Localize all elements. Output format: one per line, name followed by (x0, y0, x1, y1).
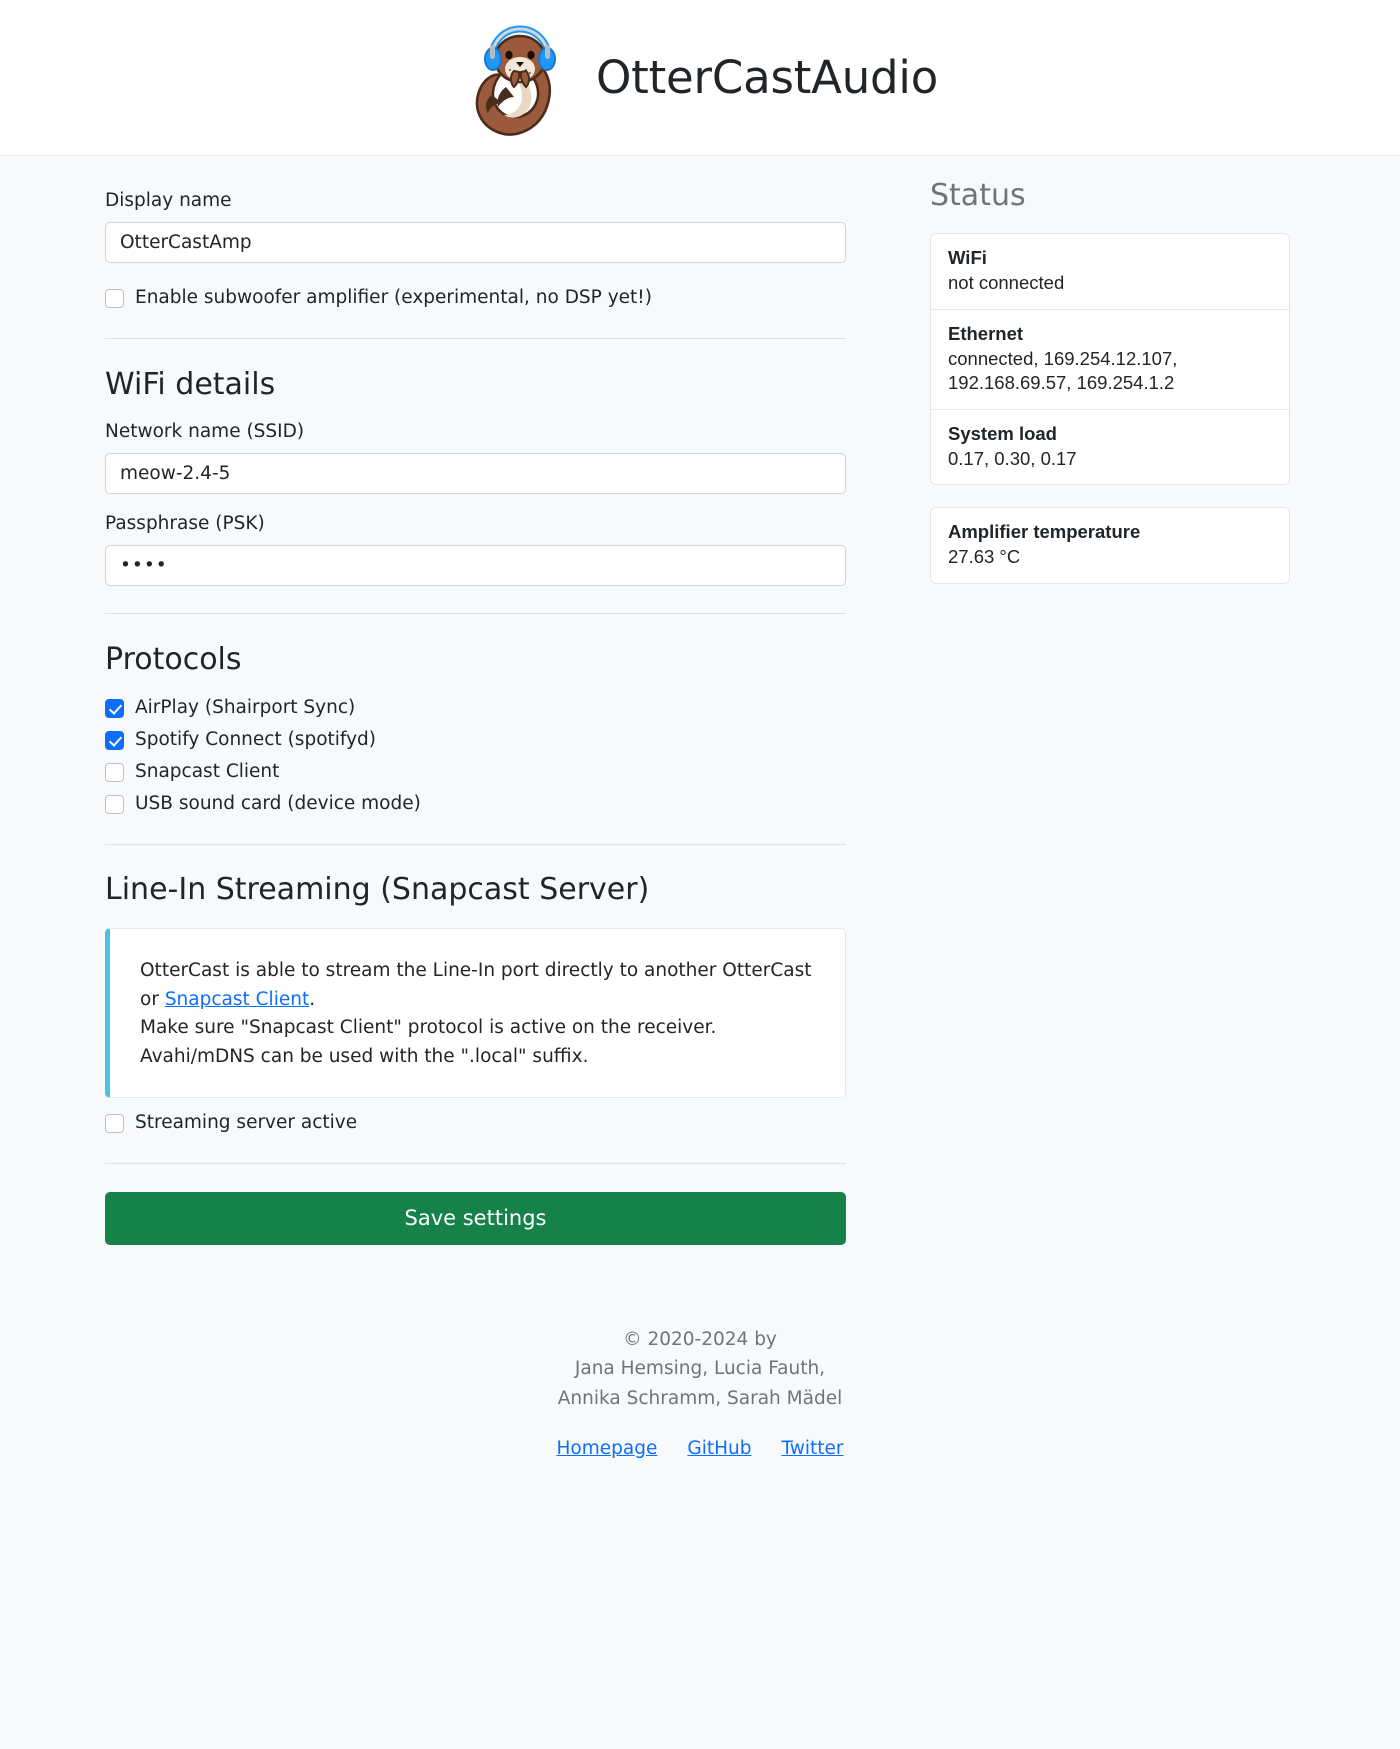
save-settings-button[interactable]: Save settings (105, 1192, 846, 1246)
app-header: OtterCastAudio (0, 0, 1400, 156)
linein-info-line3: Avahi/mDNS can be used with the ".local"… (140, 1045, 589, 1067)
otter-with-headphones-logo-icon (462, 15, 570, 140)
snapcast-client-link[interactable]: Snapcast Client (165, 989, 309, 1010)
subwoofer-checkbox[interactable] (105, 288, 124, 308)
status-panel: Status WiFi not connected Ethernet conne… (900, 156, 1295, 606)
linein-info-line2: Make sure "Snapcast Client" protocol is … (140, 1017, 717, 1039)
streaming-server-label: Streaming server active (135, 1111, 358, 1133)
linein-section-title: Line-In Streaming (Snapcast Server) (105, 872, 650, 908)
display-name-input[interactable] (105, 222, 846, 264)
wifi-section-title: WiFi details (105, 367, 276, 403)
psk-label: Passphrase (PSK) (105, 513, 265, 535)
protocol-row-airplay[interactable]: AirPlay (Shairport Sync) (105, 695, 900, 721)
status-item-wifi: WiFi not connected (931, 234, 1289, 310)
status-item-amplifier-temperature: Amplifier temperature 27.63 °C (931, 508, 1289, 583)
divider-2 (105, 613, 846, 615)
status-label-ethernet: Ethernet (948, 322, 1024, 344)
settings-form: Display name Enable subwoofer amplifier … (105, 156, 900, 1246)
ssid-input[interactable] (105, 453, 846, 495)
streaming-server-checkbox[interactable] (105, 1113, 124, 1133)
status-value-ethernet: connected, 169.254.12.107, 192.168.69.57… (948, 347, 1178, 394)
protocol-label-spotify: Spotify Connect (spotifyd) (135, 728, 376, 750)
divider-3 (105, 844, 846, 846)
status-item-system-load: System load 0.17, 0.30, 0.17 (931, 410, 1289, 485)
status-value-wifi: not connected (948, 271, 1065, 293)
psk-input[interactable] (105, 545, 846, 587)
protocol-row-usb-sound-card[interactable]: USB sound card (device mode) (105, 791, 900, 817)
protocol-row-snapcast-client[interactable]: Snapcast Client (105, 759, 900, 785)
status-label-system-load: System load (948, 422, 1057, 444)
protocol-checkbox-spotify[interactable] (105, 730, 124, 750)
subwoofer-checkbox-row[interactable]: Enable subwoofer amplifier (experimental… (105, 285, 900, 311)
linein-info-paragraph: OtterCast is able to stream the Line-In … (140, 957, 815, 1014)
status-panel-title: Status (930, 178, 1026, 213)
footer-link-homepage[interactable]: Homepage (557, 1438, 658, 1459)
display-name-label: Display name (105, 190, 232, 211)
protocol-label-snapcast-client: Snapcast Client (135, 760, 280, 782)
status-label-amplifier-temperature: Amplifier temperature (948, 521, 1141, 543)
protocol-label-usb-sound-card: USB sound card (device mode) (135, 792, 421, 814)
page-footer: © 2020-2024 by Jana Hemsing, Lucia Fauth… (0, 1245, 1400, 1499)
status-item-ethernet: Ethernet connected, 169.254.12.107, 192.… (931, 310, 1289, 410)
footer-link-twitter[interactable]: Twitter (781, 1438, 843, 1459)
protocols-section-title: Protocols (105, 642, 242, 678)
linein-info-text-after-link: . (309, 988, 316, 1010)
footer-authors-line-2: Annika Schramm, Sarah Mädel (557, 1387, 843, 1409)
protocol-checkbox-usb-sound-card[interactable] (105, 794, 124, 814)
status-value-amplifier-temperature: 27.63 °C (948, 546, 1021, 568)
status-label-wifi: WiFi (948, 247, 987, 268)
footer-links: Homepage GitHub Twitter (0, 1438, 1400, 1459)
footer-link-github[interactable]: GitHub (687, 1438, 751, 1459)
status-card-network: WiFi not connected Ethernet connected, 1… (930, 233, 1290, 486)
linein-info-box: OtterCast is able to stream the Line-In … (105, 928, 846, 1099)
divider-1 (105, 338, 846, 340)
status-card-temperature: Amplifier temperature 27.63 °C (930, 507, 1290, 584)
status-value-system-load: 0.17, 0.30, 0.17 (948, 447, 1077, 469)
app-title: OtterCastAudio (595, 51, 939, 104)
protocol-checkbox-snapcast-client[interactable] (105, 762, 124, 782)
protocol-checkbox-airplay[interactable] (105, 698, 124, 718)
footer-copyright: © 2020-2024 by (623, 1329, 777, 1351)
ssid-label: Network name (SSID) (105, 421, 305, 443)
footer-authors-line-1: Jana Hemsing, Lucia Fauth, (574, 1358, 826, 1380)
protocol-label-airplay: AirPlay (Shairport Sync) (135, 696, 356, 718)
protocol-row-spotify[interactable]: Spotify Connect (spotifyd) (105, 727, 900, 753)
subwoofer-label: Enable subwoofer amplifier (experimental… (135, 286, 652, 308)
streaming-server-row[interactable]: Streaming server active (105, 1110, 900, 1136)
